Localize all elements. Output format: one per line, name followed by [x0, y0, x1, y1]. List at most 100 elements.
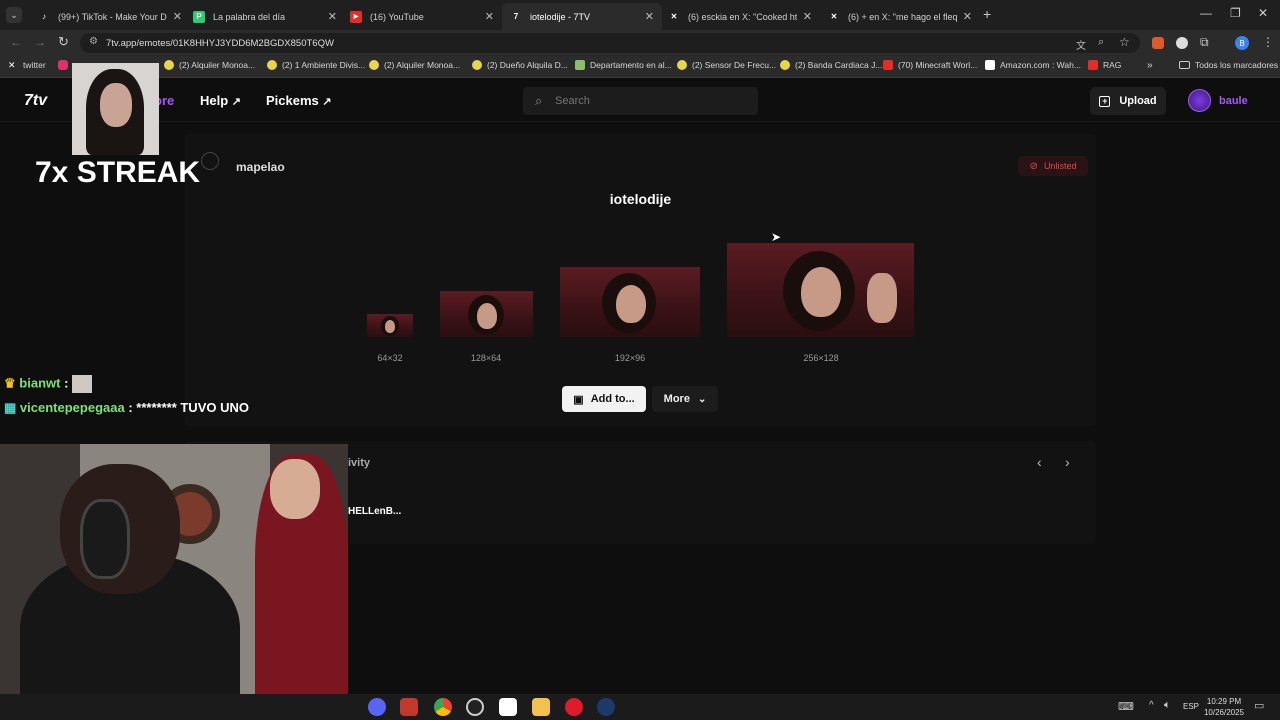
- p-icon: P: [193, 10, 205, 23]
- close-icon[interactable]: ✕: [645, 10, 654, 23]
- bookmark-item[interactable]: Amazon.com : Wah...: [985, 60, 1081, 70]
- tab-palabra[interactable]: P La palabra del día ✕: [185, 3, 345, 30]
- avatar: [1188, 89, 1211, 112]
- bookmark-favicon-icon: [472, 60, 482, 70]
- size-label: 64×32: [377, 353, 403, 363]
- activity-entry[interactable]: HELLenB...: [348, 506, 401, 517]
- bookmark-item[interactable]: [58, 60, 73, 70]
- close-icon[interactable]: ✕: [803, 10, 812, 23]
- app-icon[interactable]: [400, 698, 418, 716]
- emote-preview-192[interactable]: [560, 267, 700, 337]
- more-dropdown[interactable]: More ⌄: [652, 386, 718, 412]
- face-shape: [270, 459, 320, 519]
- bookmark-item[interactable]: RAG: [1088, 60, 1121, 70]
- nav-pickems[interactable]: Pickems ↗: [266, 93, 332, 108]
- extension-icon[interactable]: [1176, 37, 1188, 49]
- external-link-icon: ↗: [322, 96, 332, 108]
- activity-header: ivity: [348, 457, 371, 469]
- speaker-icon[interactable]: 🔈︎: [1164, 699, 1171, 712]
- 7tv-logo[interactable]: 7tv: [24, 92, 47, 110]
- x-icon: ✕: [830, 12, 838, 21]
- zoom-icon[interactable]: ⌕: [1098, 36, 1104, 49]
- bookmark-item[interactable]: (2) Dueño Alquila D...: [472, 60, 568, 70]
- language-indicator[interactable]: ESP: [1183, 702, 1199, 711]
- tab-x-esckia[interactable]: ✕ (6) esckia en X: "Cooked https:/ ✕: [660, 3, 820, 30]
- chrome-icon[interactable]: [434, 698, 452, 716]
- headset-shape: [80, 499, 130, 579]
- owner-avatar[interactable]: [201, 152, 219, 170]
- upload-button[interactable]: + Upload: [1090, 87, 1166, 115]
- app-icon[interactable]: [499, 698, 517, 716]
- clock[interactable]: 10:29 PM 10/26/2025: [1200, 696, 1248, 718]
- emote-thumbnail: [72, 375, 93, 393]
- bookmark-item[interactable]: ✕ twitter: [8, 60, 46, 70]
- back-button[interactable]: ←: [10, 35, 22, 49]
- bookmark-item[interactable]: (2) Alquiler Monoa...: [369, 60, 460, 70]
- url-bar[interactable]: ⚙ 7tv.app/emotes/01K8HHYJ3YDD6M2BGDX850T…: [80, 33, 1140, 53]
- tray-chevron-icon[interactable]: ^: [1149, 700, 1154, 711]
- bookmark-item[interactable]: (2) 1 Ambiente Divis...: [267, 60, 365, 70]
- star-icon[interactable]: ☆: [1119, 35, 1130, 49]
- bookmark-item[interactable]: (2) Banda Cardiaca J...: [780, 60, 882, 70]
- app-icon[interactable]: [368, 698, 386, 716]
- emote-preview-128[interactable]: [440, 291, 533, 337]
- bookmarks-overflow-icon[interactable]: »: [1147, 60, 1153, 71]
- bookmark-item[interactable]: (70) Minecraft Worl...: [883, 60, 977, 70]
- all-bookmarks-folder[interactable]: Todos los marcadores: [1179, 60, 1278, 70]
- new-tab-button[interactable]: +: [983, 6, 991, 22]
- tab-tiktok[interactable]: ♪ (99+) TikTok - Make Your Day ✕: [30, 3, 190, 30]
- minimize-button[interactable]: —: [1200, 6, 1212, 20]
- user-menu[interactable]: baule: [1188, 89, 1248, 112]
- search-input[interactable]: ⌕ Search: [523, 87, 758, 115]
- site-info-icon[interactable]: ⚙: [89, 36, 98, 47]
- forward-button[interactable]: →: [34, 35, 46, 49]
- cursor-icon: ➤: [771, 230, 782, 244]
- browser-tab-strip: ⌄ ♪ (99+) TikTok - Make Your Day ✕ P La …: [0, 0, 1280, 30]
- owner-name[interactable]: mapelao: [236, 160, 285, 174]
- overlay-webcam: [0, 444, 348, 720]
- close-window-button[interactable]: ✕: [1258, 6, 1268, 20]
- keyboard-icon[interactable]: ⌨: [1118, 700, 1134, 713]
- taskbar: ⌨ ^ 🔈︎ ESP 10:29 PM 10/26/2025 ▭: [0, 694, 1280, 720]
- bookmark-item[interactable]: (2) Sensor De Frecu...: [677, 60, 776, 70]
- menu-dots-icon[interactable]: ⋮: [1262, 35, 1274, 49]
- tab-youtube[interactable]: ▶ (16) YouTube ✕: [342, 3, 502, 30]
- bookmark-item[interactable]: (2) Alquiler Monoa...: [164, 60, 255, 70]
- app-icon[interactable]: [466, 698, 484, 716]
- eye-off-icon: ⊘: [1029, 160, 1038, 172]
- close-icon[interactable]: ✕: [173, 10, 182, 23]
- nav-help[interactable]: Help ↗: [200, 93, 241, 108]
- size-label: 256×128: [803, 353, 839, 363]
- maximize-button[interactable]: ❐: [1230, 6, 1241, 20]
- opera-icon[interactable]: [565, 698, 583, 716]
- emote-preview-256[interactable]: [727, 243, 914, 337]
- chevron-right-icon[interactable]: ›: [1065, 454, 1070, 470]
- chat-message: ▦ vicentepepegaaa : ******** TUVO UNO: [4, 400, 249, 415]
- translate-icon[interactable]: 文: [1076, 37, 1086, 52]
- size-label: 128×64: [470, 353, 502, 363]
- notification-icon[interactable]: ▭: [1254, 699, 1264, 712]
- extensions-puzzle-icon[interactable]: ⧉: [1200, 35, 1209, 50]
- face-shape: [477, 303, 497, 329]
- reload-button[interactable]: ↻: [58, 34, 69, 50]
- extension-icon[interactable]: [1152, 37, 1164, 49]
- tab-search-button[interactable]: ⌄: [6, 7, 22, 23]
- close-icon[interactable]: ✕: [963, 10, 972, 23]
- close-icon[interactable]: ✕: [328, 10, 337, 23]
- close-icon[interactable]: ✕: [485, 10, 494, 23]
- bookmark-favicon-icon: [677, 60, 687, 70]
- size-label: 192×96: [614, 353, 646, 363]
- tab-7tv[interactable]: 7 iotelodije - 7TV ✕: [502, 3, 662, 30]
- folder-icon[interactable]: [532, 698, 550, 716]
- youtube-icon: ▶: [350, 10, 362, 23]
- face-shape: [100, 83, 132, 127]
- add-to-button[interactable]: ▣ Add to...: [562, 386, 646, 412]
- chevron-left-icon[interactable]: ‹: [1037, 454, 1042, 470]
- tab-x-flequillo[interactable]: ✕ (6) + en X: "me hago el flequill ✕: [820, 3, 980, 30]
- profile-avatar[interactable]: B: [1235, 36, 1249, 50]
- bookmark-item[interactable]: Departamento en al...: [575, 60, 672, 70]
- steam-icon[interactable]: [597, 698, 615, 716]
- bookmarks-bar: ✕ twitter (2) Alquiler Monoa... (2) 1 Amb…: [0, 56, 1280, 78]
- emote-preview-64[interactable]: [367, 314, 413, 337]
- chat-message: ♛ bianwt :: [4, 375, 93, 393]
